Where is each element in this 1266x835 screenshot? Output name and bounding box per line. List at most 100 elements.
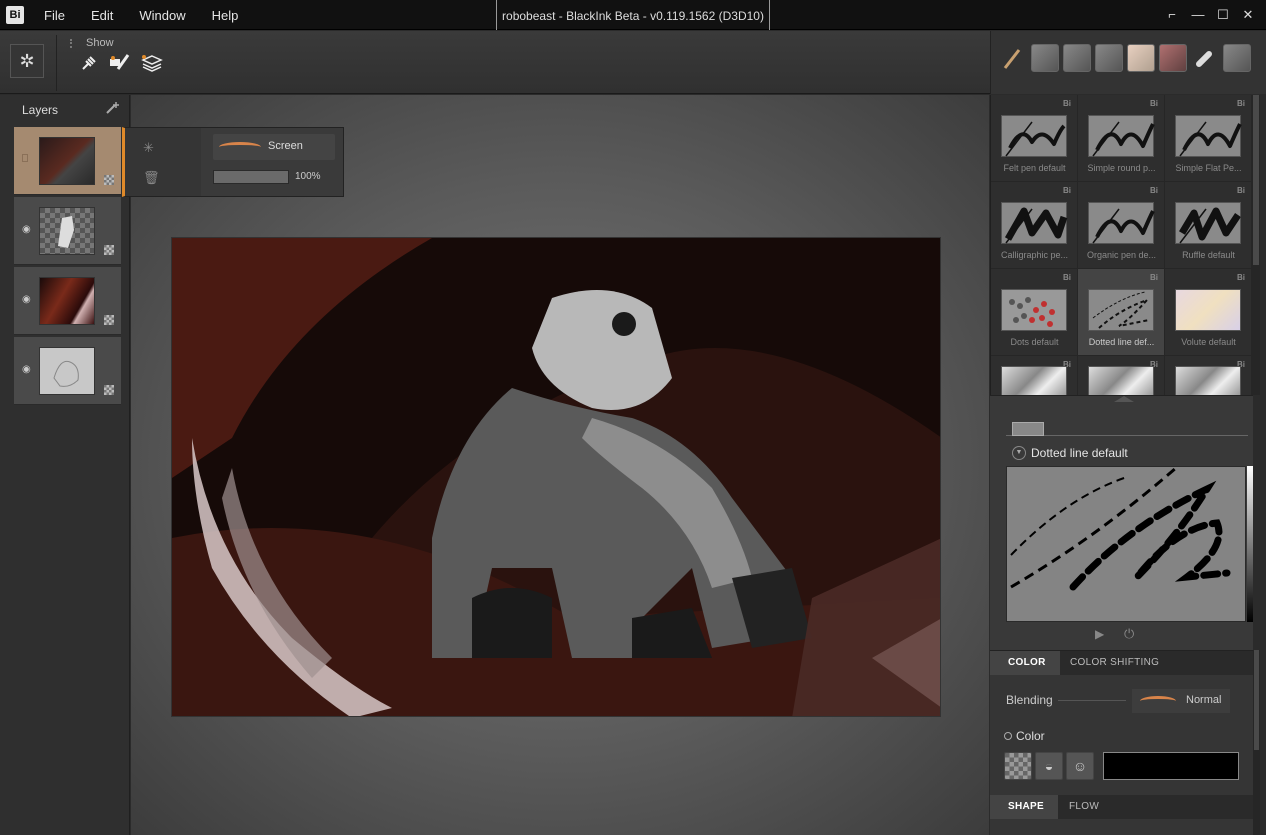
preview-brush-name: Dotted line default bbox=[1031, 446, 1128, 460]
canvas-area[interactable] bbox=[131, 95, 989, 835]
settings-icon[interactable]: ✲ bbox=[10, 44, 44, 78]
brush-cell[interactable]: Bi bbox=[991, 356, 1078, 395]
brush-cell[interactable]: Bi Simple Flat Pe... bbox=[1165, 95, 1252, 182]
eye-icon[interactable]: ◉ bbox=[22, 294, 31, 305]
layer-item[interactable] bbox=[14, 127, 121, 195]
collapse-handle-icon[interactable] bbox=[1114, 396, 1134, 402]
brush-tag: Bi bbox=[1063, 273, 1071, 282]
color-panel-scrollbar[interactable] bbox=[1253, 650, 1260, 835]
add-layer-icon[interactable] bbox=[104, 101, 120, 120]
current-color-swatch[interactable] bbox=[1103, 752, 1239, 780]
brush-tag: Bi bbox=[1237, 186, 1245, 195]
app-logo: Bi bbox=[6, 6, 24, 24]
shape-flow-tabs: SHAPE FLOW bbox=[990, 795, 1253, 819]
blending-divider bbox=[1058, 700, 1126, 701]
brush-thumbnail bbox=[1088, 115, 1155, 157]
maximize-icon[interactable]: ☐ bbox=[1215, 7, 1231, 23]
brush-preset-6[interactable] bbox=[1223, 44, 1251, 72]
layer-item[interactable]: ◉ bbox=[14, 337, 121, 405]
effects-icon[interactable]: ✳ bbox=[143, 140, 154, 156]
menu-file[interactable]: File bbox=[44, 0, 65, 30]
brush-cell[interactable]: Bi Simple round p... bbox=[1078, 95, 1165, 182]
app-window: Bi File Edit Window Help robobeast - Bla… bbox=[0, 0, 1266, 835]
color-panel: COLOR COLOR SHIFTING Blending Normal Col… bbox=[990, 650, 1253, 835]
eraser-tool-icon[interactable] bbox=[1191, 44, 1219, 72]
layers-icon[interactable] bbox=[141, 53, 163, 75]
brush-tag: Bi bbox=[1150, 186, 1158, 195]
tab-color[interactable]: COLOR bbox=[990, 651, 1060, 675]
tab-flow[interactable]: FLOW bbox=[1069, 795, 1099, 819]
restore-down-icon[interactable]: ⌐ bbox=[1164, 7, 1180, 23]
blending-mode-button[interactable]: Normal bbox=[1132, 689, 1230, 713]
face-picker-icon[interactable]: ☺ bbox=[1066, 752, 1094, 780]
menu-help[interactable]: Help bbox=[212, 0, 239, 30]
grip-icon[interactable] bbox=[70, 39, 76, 48]
brush-tag: Bi bbox=[1063, 99, 1071, 108]
brush-cell[interactable]: Bi Dotted line def... bbox=[1078, 269, 1165, 356]
brush-cell[interactable]: Bi Organic pen de... bbox=[1078, 182, 1165, 269]
brush-thumbnail bbox=[1001, 115, 1067, 157]
brush-name: Volute default bbox=[1181, 337, 1236, 347]
brush-library-scrollbar[interactable] bbox=[1252, 95, 1260, 395]
eye-icon[interactable]: ◉ bbox=[22, 224, 31, 235]
layer-mask-icon[interactable] bbox=[104, 175, 114, 185]
trash-icon[interactable]: 🗑 bbox=[143, 170, 160, 186]
brush-cell[interactable]: Bi bbox=[1078, 356, 1165, 395]
color-tabs: COLOR COLOR SHIFTING bbox=[990, 651, 1253, 675]
brush-cell[interactable]: Bi Ruffle default bbox=[1165, 182, 1252, 269]
color-bowl-icon[interactable]: ◒ bbox=[1035, 752, 1063, 780]
artwork-canvas[interactable] bbox=[171, 237, 941, 717]
layer-item[interactable]: ◉ bbox=[14, 197, 121, 265]
brush-quick-strip bbox=[990, 31, 1266, 94]
brush-thumbnail bbox=[1001, 202, 1068, 244]
brush-cell[interactable]: Bi Felt pen default bbox=[991, 95, 1078, 182]
brush-thumbnail bbox=[1175, 366, 1241, 395]
play-icon[interactable]: ▶ bbox=[1095, 627, 1104, 641]
tab-shape[interactable]: SHAPE bbox=[990, 795, 1058, 819]
brush-preset-1[interactable] bbox=[1031, 44, 1059, 72]
brush-thumbnail bbox=[1175, 115, 1242, 157]
layer-item[interactable]: ◉ bbox=[14, 267, 121, 335]
brush-preset-4[interactable] bbox=[1127, 44, 1155, 72]
selected-brush-thumb[interactable] bbox=[1012, 422, 1044, 436]
brush-cell[interactable]: Bi Calligraphic pe... bbox=[991, 182, 1078, 269]
pen-tool-icon[interactable] bbox=[999, 44, 1027, 72]
brush-cell[interactable]: Bi bbox=[1165, 356, 1252, 395]
brush-preset-2[interactable] bbox=[1063, 44, 1091, 72]
brush-preset-3[interactable] bbox=[1095, 44, 1123, 72]
layer-mask-icon[interactable] bbox=[104, 245, 114, 255]
chevron-down-icon[interactable]: ▼ bbox=[1012, 446, 1026, 460]
brush-cell[interactable]: Bi Volute default bbox=[1165, 269, 1252, 356]
brush-tag: Bi bbox=[1150, 273, 1158, 282]
eye-icon[interactable]: ◉ bbox=[22, 364, 31, 375]
plug-icon[interactable] bbox=[78, 53, 100, 75]
brush-stroke-preview[interactable] bbox=[1006, 465, 1246, 622]
layer-blend-mode-button[interactable]: Screen bbox=[213, 134, 335, 160]
tab-color-shifting[interactable]: COLOR SHIFTING bbox=[1070, 651, 1159, 675]
brush-tag: Bi bbox=[1150, 99, 1158, 108]
palette-grid-icon[interactable] bbox=[1004, 752, 1032, 780]
close-icon[interactable]: ✕ bbox=[1240, 7, 1256, 23]
color-radio-icon[interactable] bbox=[1004, 732, 1012, 740]
toolbar-divider bbox=[56, 35, 57, 91]
layer-opacity-fill bbox=[214, 171, 288, 183]
layer-opacity-slider[interactable] bbox=[213, 170, 289, 184]
layer-mask-icon[interactable] bbox=[104, 315, 114, 325]
brush-thumbnail bbox=[1001, 289, 1067, 331]
layer-mask-icon[interactable] bbox=[104, 385, 114, 395]
layer-blend-mode-label: Screen bbox=[268, 140, 303, 152]
minimize-icon[interactable]: — bbox=[1190, 7, 1206, 23]
layer-thumbnail bbox=[39, 207, 95, 255]
brush-thumbnail bbox=[1088, 202, 1155, 244]
brush-cell[interactable]: Bi Dots default bbox=[991, 269, 1078, 356]
menu-window[interactable]: Window bbox=[139, 0, 185, 30]
scrollbar-thumb[interactable] bbox=[1253, 95, 1259, 265]
power-icon[interactable]: ⏻ bbox=[1124, 626, 1134, 642]
brush-preset-5[interactable] bbox=[1159, 44, 1187, 72]
brush-eraser-icon[interactable] bbox=[108, 53, 130, 75]
top-toolbar: ✲ Show bbox=[0, 31, 1266, 94]
hidden-eye-icon[interactable] bbox=[22, 154, 28, 162]
scrollbar-thumb[interactable] bbox=[1254, 650, 1259, 750]
blend-swoosh-icon bbox=[1140, 696, 1176, 706]
menu-edit[interactable]: Edit bbox=[91, 0, 113, 30]
